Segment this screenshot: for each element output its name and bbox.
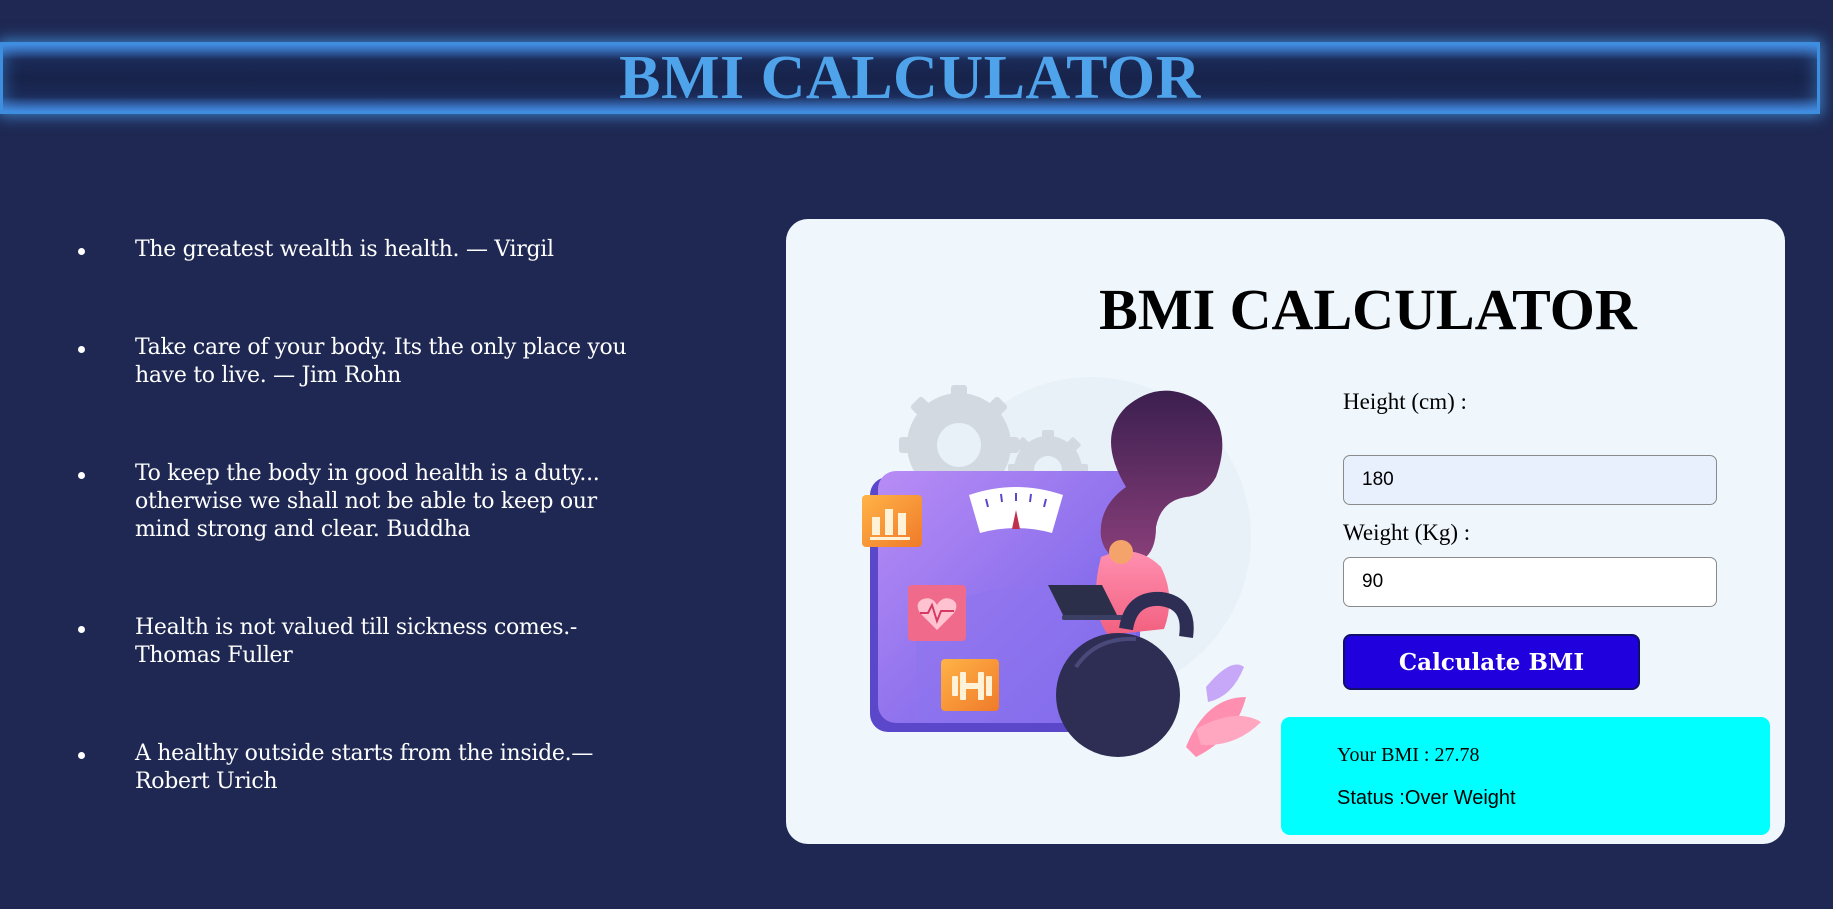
- bullet-icon: [78, 248, 85, 255]
- quote-text: Take care of your body. Its the only pla…: [135, 335, 627, 388]
- quote-item: To keep the body in good health is a dut…: [78, 460, 658, 544]
- calculate-bmi-button[interactable]: Calculate BMI: [1343, 634, 1640, 690]
- scale-dial-icon: [969, 487, 1063, 533]
- quote-text: Health is not valued till sickness comes…: [135, 615, 578, 668]
- fitness-illustration: [862, 377, 1261, 757]
- card-title: BMI CALCULATOR: [1099, 277, 1637, 342]
- heart-rate-icon: [908, 585, 966, 641]
- page-title: BMI CALCULATOR: [619, 44, 1201, 112]
- bullet-icon: [78, 752, 85, 759]
- result-panel: Your BMI : 27.78 Status :Over Weight: [1281, 717, 1770, 835]
- quote-item: Take care of your body. Its the only pla…: [78, 334, 658, 390]
- weight-input[interactable]: [1343, 557, 1717, 607]
- height-input[interactable]: [1343, 455, 1717, 505]
- bmi-calculator-card: BMI CALCULATOR Height (cm): 180 Weight …: [786, 219, 1785, 844]
- page: BMI CALCULATOR The greatest wealth is he…: [0, 0, 1833, 909]
- height-label: Height (cm) :: [1343, 389, 1467, 414]
- quote-text: To keep the body in good health is a dut…: [135, 461, 600, 542]
- header-banner: BMI CALCULATOR: [0, 42, 1820, 114]
- quote-text: A healthy outside starts from the inside…: [135, 741, 594, 794]
- quote-item: The greatest wealth is health. — Virgil: [78, 236, 658, 264]
- bullet-icon: [78, 472, 85, 479]
- person-head: [1109, 540, 1133, 564]
- quote-item: A healthy outside starts from the inside…: [78, 740, 658, 796]
- bmi-status-text: Status :Over Weight: [1337, 787, 1516, 809]
- bullet-icon: [78, 626, 85, 633]
- bmi-result-text: Your BMI : 27.78: [1337, 744, 1480, 766]
- dumbbell-icon: [941, 659, 999, 711]
- weight-label: Weight (Kg) :: [1343, 520, 1471, 545]
- leaf: [1206, 664, 1244, 702]
- bar-chart-icon: [862, 495, 922, 547]
- quote-text: The greatest wealth is health. — Virgil: [135, 237, 554, 262]
- health-quotes-list: The greatest wealth is health. — Virgil …: [78, 236, 658, 796]
- bullet-icon: [78, 346, 85, 353]
- quote-item: Health is not valued till sickness comes…: [78, 614, 658, 670]
